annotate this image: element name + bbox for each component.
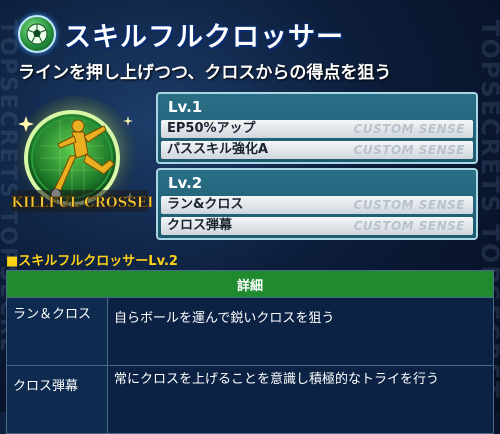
table-row: ラン＆クロス 自らボールを運んで鋭いクロスを狙う xyxy=(6,297,494,366)
level-row: クロス弾幕 CUSTOM SENSE xyxy=(161,217,473,235)
skill-row-name: パススキル強化A xyxy=(167,142,269,157)
skill-row-name: ラン&クロス xyxy=(167,197,244,212)
level-row: EP50%アップ CUSTOM SENSE xyxy=(161,120,473,138)
skill-row-name: EP50%アップ xyxy=(167,121,256,136)
skill-badge: SKILLFUL CROSSER xyxy=(1,96,159,241)
level-label: Lv.2 xyxy=(168,174,203,192)
table-row: クロス弾幕 常にクロスを上げることを意識し積極的なトライを行う xyxy=(6,365,494,434)
custom-sense-tag: CUSTOM SENSE xyxy=(353,198,465,212)
custom-sense-tag: CUSTOM SENSE xyxy=(353,122,465,136)
level-label: Lv.1 xyxy=(168,98,203,116)
detail-name-cell: ラン＆クロス xyxy=(6,297,108,366)
detail-table: 詳細 ラン＆クロス 自らボールを運んで鋭いクロスを狙う クロス弾幕 常にクロスを… xyxy=(6,270,494,434)
badge-text: SKILLFUL CROSSER xyxy=(10,195,152,211)
soccer-ball-icon xyxy=(18,15,56,53)
detail-section-title: ■スキルフルクロッサーLv.2 xyxy=(6,254,178,269)
skill-subtitle: ラインを押し上げつつ、クロスからの得点を狙う xyxy=(18,63,392,83)
detail-name-cell: クロス弾幕 xyxy=(6,365,108,434)
custom-sense-tag: CUSTOM SENSE xyxy=(353,219,465,233)
level-row: ラン&クロス CUSTOM SENSE xyxy=(161,196,473,214)
detail-desc-cell: 常にクロスを上げることを意識し積極的なトライを行う xyxy=(107,365,494,434)
level-block-2: Lv.2 ラン&クロス CUSTOM SENSE クロス弾幕 CUSTOM SE… xyxy=(156,168,478,240)
custom-sense-tag: CUSTOM SENSE xyxy=(353,143,465,157)
level-block-1: Lv.1 EP50%アップ CUSTOM SENSE パススキル強化A CUST… xyxy=(156,92,478,164)
skill-header: スキルフルクロッサー xyxy=(18,14,344,54)
level-row: パススキル強化A CUSTOM SENSE xyxy=(161,141,473,159)
detail-desc-cell: 自らボールを運んで鋭いクロスを狙う xyxy=(107,297,494,366)
skill-title: スキルフルクロッサー xyxy=(64,21,344,53)
detail-table-header: 詳細 xyxy=(6,270,494,298)
skill-row-name: クロス弾幕 xyxy=(167,218,233,233)
player-kicking-icon: SKILLFUL CROSSER xyxy=(1,96,159,220)
